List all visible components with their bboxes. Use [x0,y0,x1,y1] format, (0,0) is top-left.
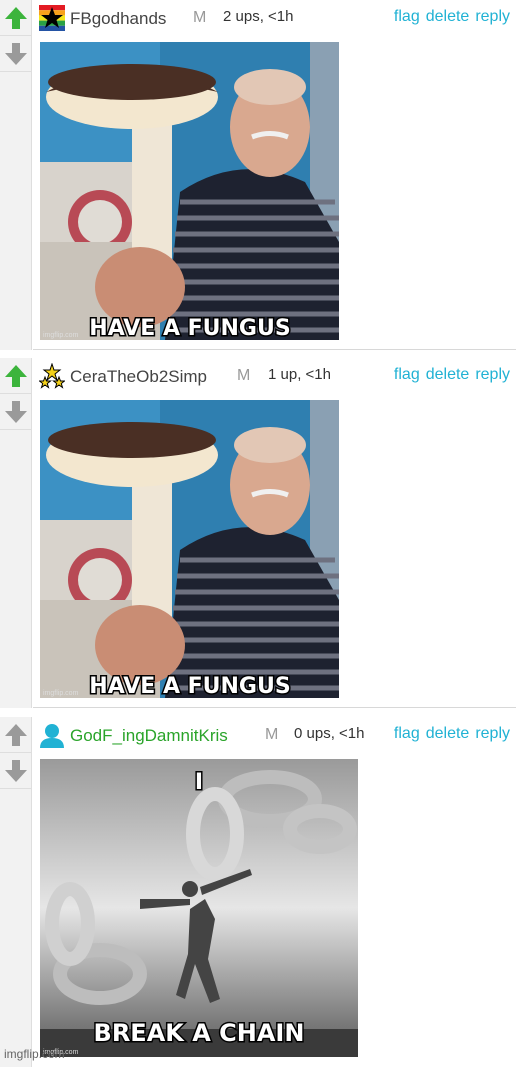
comment-header: FBgodhands M 2 ups, <1h flag delete reply [39,0,516,36]
imgflip-watermark: imgflip.com [43,690,79,697]
broken-chain-picture: I BREAK A CHAIN imgflip.com [40,759,358,1057]
delete-link[interactable]: delete [426,8,470,25]
stars-badge-icon[interactable] [39,363,65,389]
upvote-arrow-icon [5,724,27,746]
delete-link[interactable]: delete [426,366,470,383]
comment-actions: flag delete reply [388,8,510,26]
downvote-button[interactable] [0,753,32,789]
meme-caption: BREAK A CHAIN [94,1019,305,1047]
user-silhouette-icon[interactable] [39,722,65,748]
downvote-arrow-icon [5,43,27,65]
vote-column [0,717,32,1067]
flag-link[interactable]: flag [394,725,420,742]
vote-column [0,0,32,350]
comment-actions: flag delete reply [388,366,510,384]
meme-caption: HAVE A FUNGUS [89,674,290,698]
meme-image[interactable]: I BREAK A CHAIN imgflip.com [40,759,358,1057]
comment: FBgodhands M 2 ups, <1h flag delete reply [0,0,516,350]
comment-body: CeraTheOb2Simp M 1 up, <1h flag delete rep… [33,358,516,708]
flag-link[interactable]: flag [394,8,420,25]
comment: CeraTheOb2Simp M 1 up, <1h flag delete rep… [0,358,516,708]
username-link[interactable]: FBgodhands [70,9,166,29]
meme-caption-top: I [195,770,203,795]
mod-marker: M [193,9,207,26]
comment-body: FBgodhands M 2 ups, <1h flag delete reply [33,0,516,350]
flag-link[interactable]: flag [394,366,420,383]
imgflip-watermark: imgflip.com [43,332,79,339]
comment-body: GodF_ingDamnitKris M 0 ups, <1h flag dele… [33,717,516,1067]
downvote-button[interactable] [0,394,32,430]
reply-link[interactable]: reply [475,8,510,25]
downvote-arrow-icon [5,401,27,423]
reply-link[interactable]: reply [475,366,510,383]
downvote-button[interactable] [0,36,32,72]
mod-marker: M [265,726,279,743]
mushroom-man-picture: HAVE A FUNGUS imgflip.com [40,400,339,698]
vote-column [0,358,32,708]
username-link[interactable]: CeraTheOb2Simp [70,367,207,387]
upvote-arrow-icon [5,365,27,387]
comment-header: GodF_ingDamnitKris M 0 ups, <1h flag dele… [39,717,516,753]
upvote-button[interactable] [0,0,32,36]
comment-header: CeraTheOb2Simp M 1 up, <1h flag delete rep… [39,358,516,394]
delete-link[interactable]: delete [426,725,470,742]
meme-image[interactable]: HAVE A FUNGUS imgflip.com [40,42,339,340]
site-watermark: imgflip.com [4,1047,65,1061]
username-link[interactable]: GodF_ingDamnitKris [70,726,228,746]
upvote-button[interactable] [0,358,32,394]
upvote-button[interactable] [0,717,32,753]
comment-actions: flag delete reply [388,725,510,743]
comment-meta: 1 up, <1h [268,366,331,383]
meme-caption: HAVE A FUNGUS [89,316,290,340]
downvote-arrow-icon [5,760,27,782]
comment-meta: 2 ups, <1h [223,8,294,25]
meme-image[interactable]: HAVE A FUNGUS imgflip.com [40,400,339,698]
mushroom-man-picture: HAVE A FUNGUS imgflip.com [40,42,339,340]
reply-link[interactable]: reply [475,725,510,742]
comment-meta: 0 ups, <1h [294,725,365,742]
upvote-arrow-icon [5,7,27,29]
comment: GodF_ingDamnitKris M 0 ups, <1h flag dele… [0,717,516,1067]
mod-marker: M [237,367,251,384]
user-flag-avatar-icon[interactable] [39,5,65,31]
